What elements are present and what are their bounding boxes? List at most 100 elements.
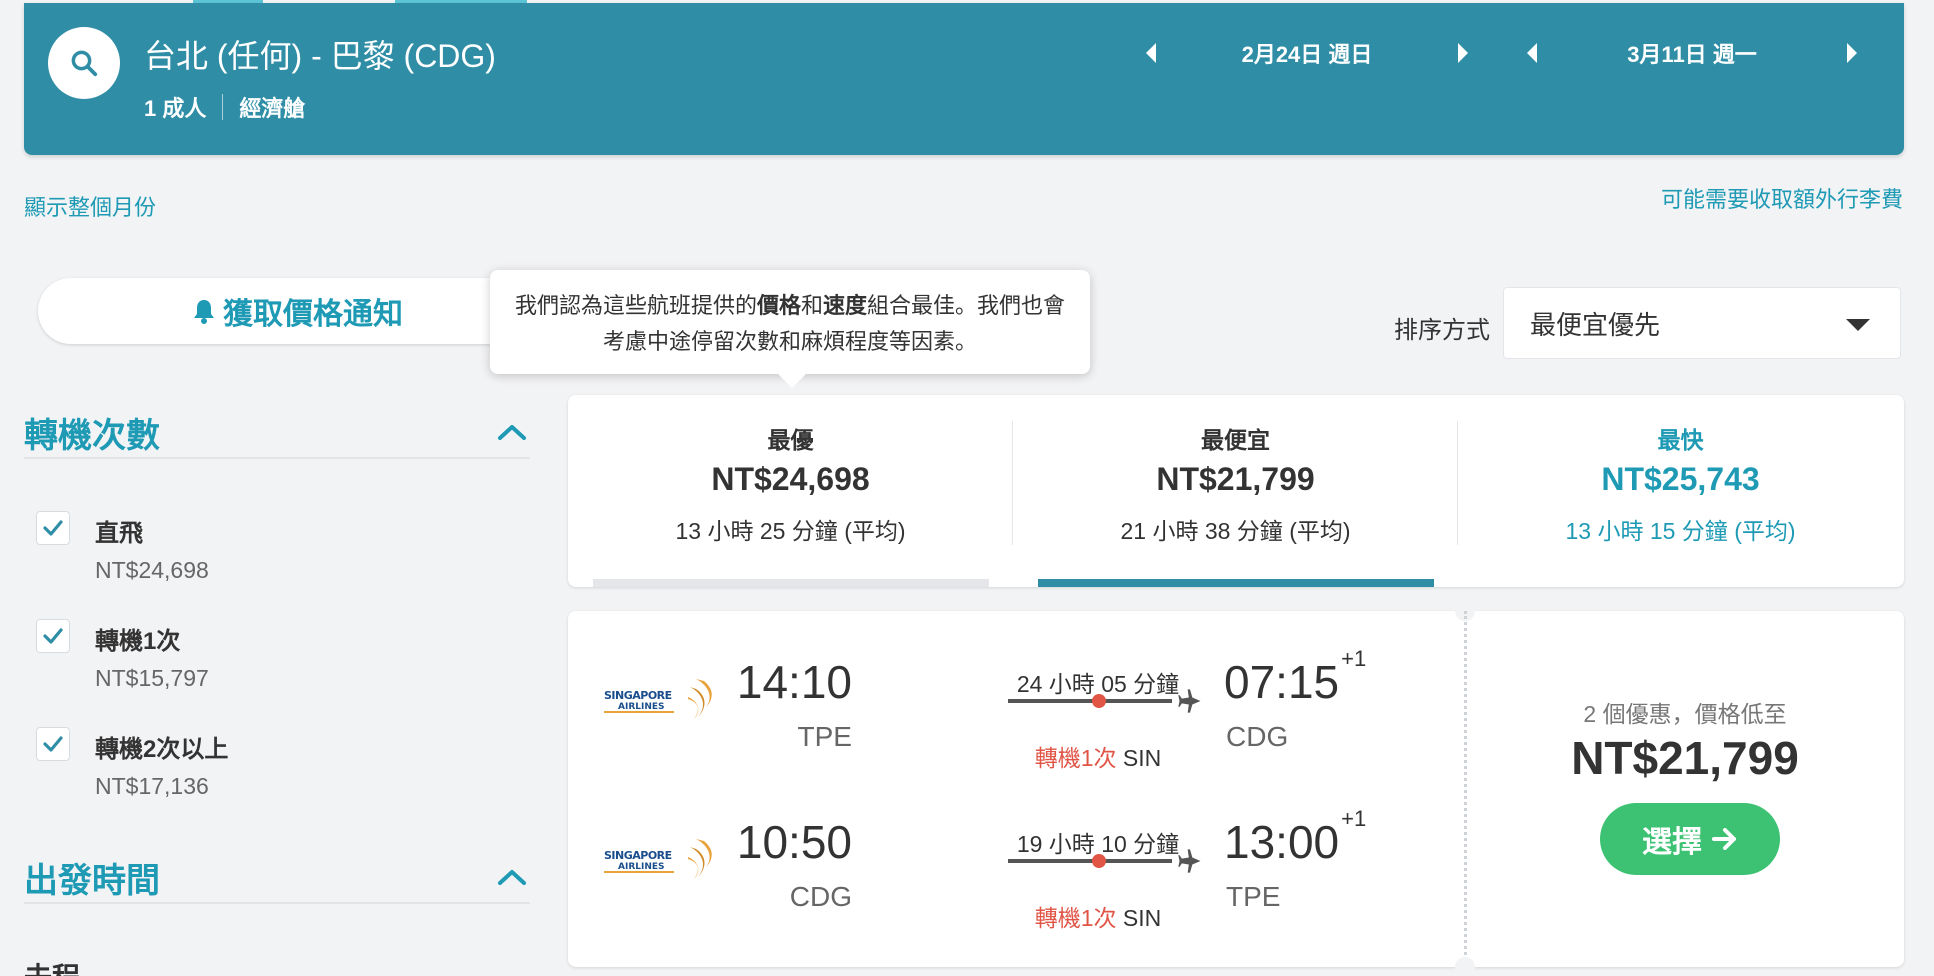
passenger-cabin-info[interactable]: 1 成人 經濟艙 — [144, 91, 305, 123]
arrow-right-icon — [1712, 828, 1736, 850]
stop-airport: SIN — [1122, 745, 1162, 771]
tab-active-indicator — [1038, 579, 1434, 587]
show-whole-month-link[interactable]: 顯示整個月份 — [24, 190, 156, 222]
day-offset: +1 — [1341, 645, 1367, 671]
return-next-button[interactable] — [1837, 35, 1867, 71]
check-icon — [43, 736, 63, 752]
departure-time: 10:50 — [736, 816, 852, 868]
airplane-icon — [1178, 849, 1201, 873]
tab-cheapest[interactable]: 最便宜 NT$21,799 21 小時 38 分鐘 (平均) — [1013, 395, 1458, 587]
stop-dot — [1092, 694, 1106, 708]
stops-count: 轉機1次 — [1034, 905, 1117, 931]
tooltip-text: 和 — [800, 293, 823, 318]
filter-option-label: 轉機2次以上 — [95, 736, 229, 763]
route-line — [1008, 859, 1172, 863]
stop-airport: SIN — [1122, 905, 1162, 931]
arrival-time: 07:15+1 — [1224, 646, 1366, 709]
stops-filter-title: 轉機次數 — [24, 416, 160, 455]
svg-text:SINGAPORE: SINGAPORE — [604, 689, 672, 702]
checkbox-direct[interactable] — [36, 511, 70, 545]
tab-price: NT$24,698 — [711, 461, 870, 497]
singapore-airlines-logo: SINGAPORE AIRLINES — [604, 679, 712, 719]
depart-prev-button[interactable] — [1136, 35, 1166, 71]
flight-result-card[interactable]: SINGAPORE AIRLINES 14:10 TPE 24 小時 05 分鐘… — [568, 601, 1904, 976]
tab-label: 最快 — [1657, 427, 1704, 453]
search-icon — [71, 50, 98, 77]
filter-option-price: NT$17,136 — [95, 773, 209, 799]
chevron-left-icon — [1527, 43, 1537, 63]
svg-text:SINGAPORE: SINGAPORE — [604, 849, 672, 862]
filter-option-label: 直飛 — [95, 520, 143, 547]
price-alert-label: 獲取價格通知 — [223, 298, 403, 331]
caret-down-icon — [1846, 319, 1870, 331]
sort-dropdown[interactable]: 最便宜優先 — [1503, 287, 1901, 359]
tooltip-bold-price: 價格 — [756, 293, 801, 318]
checkbox-1-stop[interactable] — [36, 619, 70, 653]
lowest-price: NT$21,799 — [1571, 732, 1799, 784]
outbound-subheading: 去程 — [24, 956, 80, 976]
stops-filter-header[interactable]: 轉機次數 — [24, 407, 530, 459]
stops-count: 轉機1次 — [1034, 745, 1117, 771]
sort-label: 排序方式 — [1394, 317, 1490, 344]
depart-date[interactable]: 2月24日 週日 — [1166, 37, 1448, 69]
route-line — [1008, 699, 1172, 703]
chevron-up-icon[interactable] — [494, 859, 530, 895]
return-prev-button[interactable] — [1517, 35, 1547, 71]
best-explanation-tooltip: 我們認為這些航班提供的價格和速度組合最佳。我們也會考慮中途停留次數和麻煩程度等因… — [490, 270, 1090, 388]
outbound-leg: SINGAPORE AIRLINES 14:10 TPE 24 小時 05 分鐘… — [568, 637, 1448, 771]
arrival-time-value: 13:00 — [1224, 816, 1340, 868]
price-alert-button[interactable]: 獲取價格通知 — [38, 278, 558, 344]
stop-dot — [1092, 854, 1106, 868]
departure-time-filter-title: 出發時間 — [24, 861, 160, 900]
tab-label: 最便宜 — [1201, 427, 1270, 453]
tooltip-bold-speed: 速度 — [823, 293, 868, 318]
filter-option-price: NT$15,797 — [95, 665, 209, 691]
arrival-airport: CDG — [1226, 721, 1289, 752]
svg-text:AIRLINES: AIRLINES — [618, 862, 665, 872]
select-button[interactable]: 選擇 — [1600, 803, 1780, 875]
filter-option-label: 轉機1次 — [95, 628, 181, 655]
select-button-label: 選擇 — [1642, 826, 1702, 859]
filter-option-price: NT$24,698 — [95, 557, 209, 583]
tab-fastest[interactable]: 最快 NT$25,743 13 小時 15 分鐘 (平均) — [1458, 395, 1903, 587]
chevron-right-icon — [1458, 43, 1468, 63]
departure-time-filter-header[interactable]: 出發時間 — [24, 852, 530, 904]
search-button[interactable] — [48, 27, 120, 99]
stops-info: 轉機1次 SIN — [998, 739, 1198, 773]
deals-count: 2 個優惠，價格低至 — [1583, 701, 1787, 727]
chevron-right-icon — [1847, 43, 1857, 63]
ticket-divider — [1464, 611, 1467, 967]
tab-price: NT$25,743 — [1601, 461, 1760, 497]
departure-airport: TPE — [797, 721, 852, 752]
day-offset: +1 — [1341, 805, 1367, 831]
baggage-fee-link[interactable]: 可能需要收取額外行李費 — [1661, 182, 1903, 214]
checkbox-2plus-stops[interactable] — [36, 727, 70, 761]
return-date-control: 3月11日 週一 — [1517, 33, 1867, 73]
tab-duration: 13 小時 15 分鐘 (平均) — [1565, 518, 1796, 544]
ticket-notch — [1455, 957, 1475, 976]
chevron-up-icon[interactable] — [494, 414, 530, 450]
airplane-icon — [1178, 689, 1201, 713]
depart-date-control: 2月24日 週日 — [1136, 33, 1478, 73]
tab-price: NT$21,799 — [1156, 461, 1315, 497]
svg-text:AIRLINES: AIRLINES — [618, 702, 665, 712]
tab-indicator — [593, 579, 989, 587]
departure-time: 14:10 — [736, 656, 852, 708]
singapore-airlines-logo: SINGAPORE AIRLINES — [604, 839, 712, 879]
arrival-time: 13:00+1 — [1224, 806, 1366, 869]
cabin-class: 經濟艙 — [239, 96, 306, 121]
stops-info: 轉機1次 SIN — [998, 899, 1198, 933]
check-icon — [43, 628, 63, 644]
departure-airport: CDG — [789, 881, 852, 912]
tab-label: 最優 — [767, 427, 814, 453]
depart-next-button[interactable] — [1448, 35, 1478, 71]
sort-tabs: 最優 NT$24,698 13 小時 25 分鐘 (平均) 最便宜 NT$21,… — [568, 395, 1904, 587]
route-title[interactable]: 台北 (任何) - 巴黎 (CDG) — [144, 31, 496, 77]
passenger-count: 1 成人 — [144, 96, 207, 121]
return-date[interactable]: 3月11日 週一 — [1547, 37, 1837, 69]
tab-duration: 13 小時 25 分鐘 (平均) — [675, 518, 906, 544]
arrival-airport: TPE — [1226, 881, 1281, 912]
sort-value: 最便宜優先 — [1530, 309, 1661, 340]
divider — [222, 94, 224, 120]
tab-best[interactable]: 最優 NT$24,698 13 小時 25 分鐘 (平均) — [568, 395, 1013, 587]
